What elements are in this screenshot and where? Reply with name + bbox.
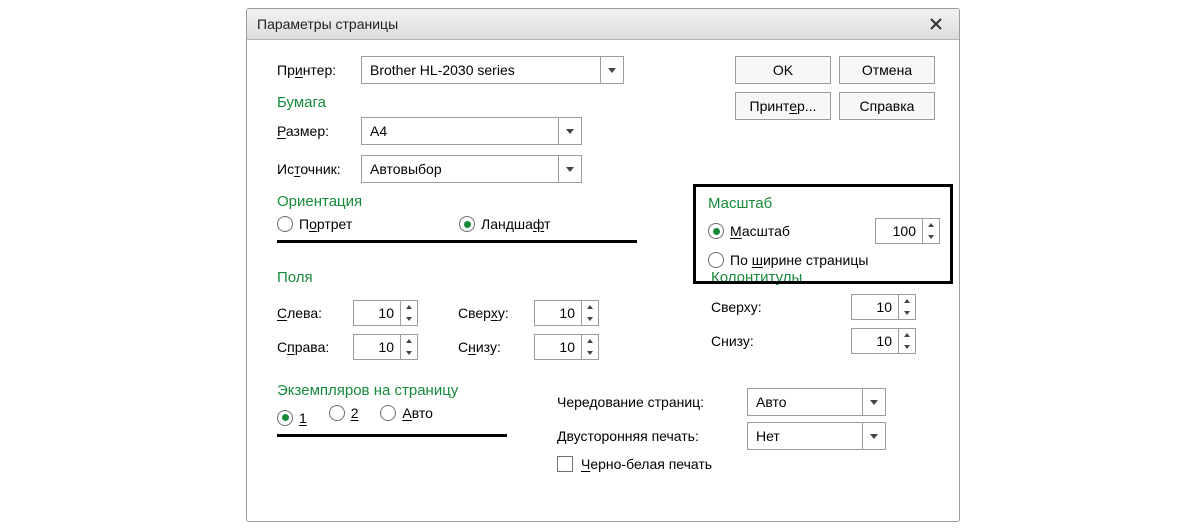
margin-bottom-spinner[interactable]: 10 <box>534 334 599 360</box>
chevron-up-icon <box>904 299 910 303</box>
margin-left-label: Слева: <box>277 305 353 321</box>
chevron-down-icon <box>904 345 910 349</box>
spin-up-button[interactable] <box>401 335 417 347</box>
chevron-up-icon <box>587 339 593 343</box>
chevron-down-icon <box>587 317 593 321</box>
printer-combo[interactable]: Brother HL-2030 series <box>361 56 624 84</box>
alternation-label: Чередование страниц: <box>557 394 747 410</box>
spin-down-button[interactable] <box>401 313 417 325</box>
checkbox-icon <box>557 456 573 472</box>
duplex-label: Двусторонняя печать: <box>557 428 747 444</box>
margin-top-spinner[interactable]: 10 <box>534 300 599 326</box>
radio-icon <box>380 405 396 421</box>
chevron-down-icon <box>406 351 412 355</box>
margin-right-spinner[interactable]: 10 <box>353 334 418 360</box>
paper-size-combo[interactable]: A4 <box>361 117 582 145</box>
chevron-down-icon <box>870 434 878 439</box>
radio-icon <box>708 223 724 239</box>
chevron-down-icon <box>587 351 593 355</box>
radio-icon <box>329 405 345 421</box>
radio-icon <box>708 252 724 268</box>
paper-section-title: Бумага <box>277 94 637 111</box>
spin-down-button[interactable] <box>582 313 598 325</box>
titlebar: Параметры страницы <box>247 9 959 40</box>
bw-print-checkbox[interactable]: Черно-белая печать <box>557 456 712 472</box>
margin-left-spinner[interactable]: 10 <box>353 300 418 326</box>
window-title: Параметры страницы <box>257 16 398 32</box>
spin-up-button[interactable] <box>582 301 598 313</box>
chevron-down-icon <box>928 235 934 239</box>
header-top-label: Сверху: <box>711 299 791 315</box>
margin-right-label: Справа: <box>277 339 353 355</box>
copies-auto-radio[interactable]: Авто <box>380 405 433 421</box>
scale-value: 100 <box>876 219 922 243</box>
chevron-up-icon <box>928 223 934 227</box>
copies-section-title: Экземпляров на страницу <box>277 382 527 399</box>
source-label: Источник: <box>277 161 361 177</box>
copies-2-radio[interactable]: 2 <box>329 405 359 421</box>
scale-section-title: Масштаб <box>708 195 940 212</box>
orientation-landscape-radio[interactable]: Ландшафт <box>459 216 551 232</box>
close-icon <box>930 18 942 30</box>
spin-up-button[interactable] <box>582 335 598 347</box>
spin-up-button[interactable] <box>899 329 915 341</box>
chevron-down-icon <box>566 129 574 134</box>
ok-button[interactable]: OK <box>735 56 831 84</box>
scale-percent-radio[interactable]: Масштаб <box>708 223 790 239</box>
dropdown-button[interactable] <box>558 118 581 144</box>
chevron-up-icon <box>406 339 412 343</box>
margins-section-title: Поля <box>277 269 677 286</box>
chevron-up-icon <box>904 333 910 337</box>
chevron-up-icon <box>587 305 593 309</box>
dropdown-button[interactable] <box>862 389 885 415</box>
dropdown-button[interactable] <box>862 423 885 449</box>
spin-down-button[interactable] <box>582 347 598 359</box>
printer-combo-value: Brother HL-2030 series <box>362 57 600 83</box>
spin-down-button[interactable] <box>923 231 939 243</box>
page-setup-dialog: Параметры страницы Принтер: Brother HL-2… <box>246 8 960 522</box>
spin-up-button[interactable] <box>923 219 939 231</box>
chevron-down-icon <box>904 311 910 315</box>
copies-1-radio[interactable]: 1 <box>277 410 307 426</box>
paper-source-combo[interactable]: Автовыбор <box>361 155 582 183</box>
spin-down-button[interactable] <box>401 347 417 359</box>
margin-top-label: Сверху: <box>458 305 534 321</box>
scale-fit-width-radio[interactable]: По ширине страницы <box>708 252 868 268</box>
radio-icon <box>277 216 293 232</box>
alternation-combo[interactable]: Авто <box>747 388 886 416</box>
printer-settings-button[interactable]: Принтер... <box>735 92 831 120</box>
paper-source-value: Автовыбор <box>362 156 558 182</box>
radio-icon <box>277 410 293 426</box>
cancel-button[interactable]: Отмена <box>839 56 935 84</box>
radio-icon <box>459 216 475 232</box>
dropdown-button[interactable] <box>600 57 623 83</box>
chevron-down-icon <box>870 400 878 405</box>
header-top-spinner[interactable]: 10 <box>851 294 916 320</box>
chevron-down-icon <box>406 317 412 321</box>
orientation-section-title: Ориентация <box>277 193 637 210</box>
scale-group: Масштаб Масштаб 100 <box>693 184 953 284</box>
spin-up-button[interactable] <box>899 295 915 307</box>
orientation-portrait-radio[interactable]: Портрет <box>277 216 437 232</box>
chevron-up-icon <box>406 305 412 309</box>
spin-down-button[interactable] <box>899 341 915 353</box>
margin-bottom-label: Снизу: <box>458 339 534 355</box>
dropdown-button[interactable] <box>558 156 581 182</box>
header-bottom-spinner[interactable]: 10 <box>851 328 916 354</box>
spin-down-button[interactable] <box>899 307 915 319</box>
scale-spinner[interactable]: 100 <box>875 218 940 244</box>
paper-size-value: A4 <box>362 118 558 144</box>
help-button[interactable]: Справка <box>839 92 935 120</box>
chevron-down-icon <box>608 68 616 73</box>
spin-up-button[interactable] <box>401 301 417 313</box>
header-bottom-label: Снизу: <box>711 333 791 349</box>
chevron-down-icon <box>566 167 574 172</box>
duplex-combo[interactable]: Нет <box>747 422 886 450</box>
close-button[interactable] <box>919 14 953 34</box>
size-label: Размер: <box>277 123 361 139</box>
printer-label: Принтер: <box>277 62 361 78</box>
